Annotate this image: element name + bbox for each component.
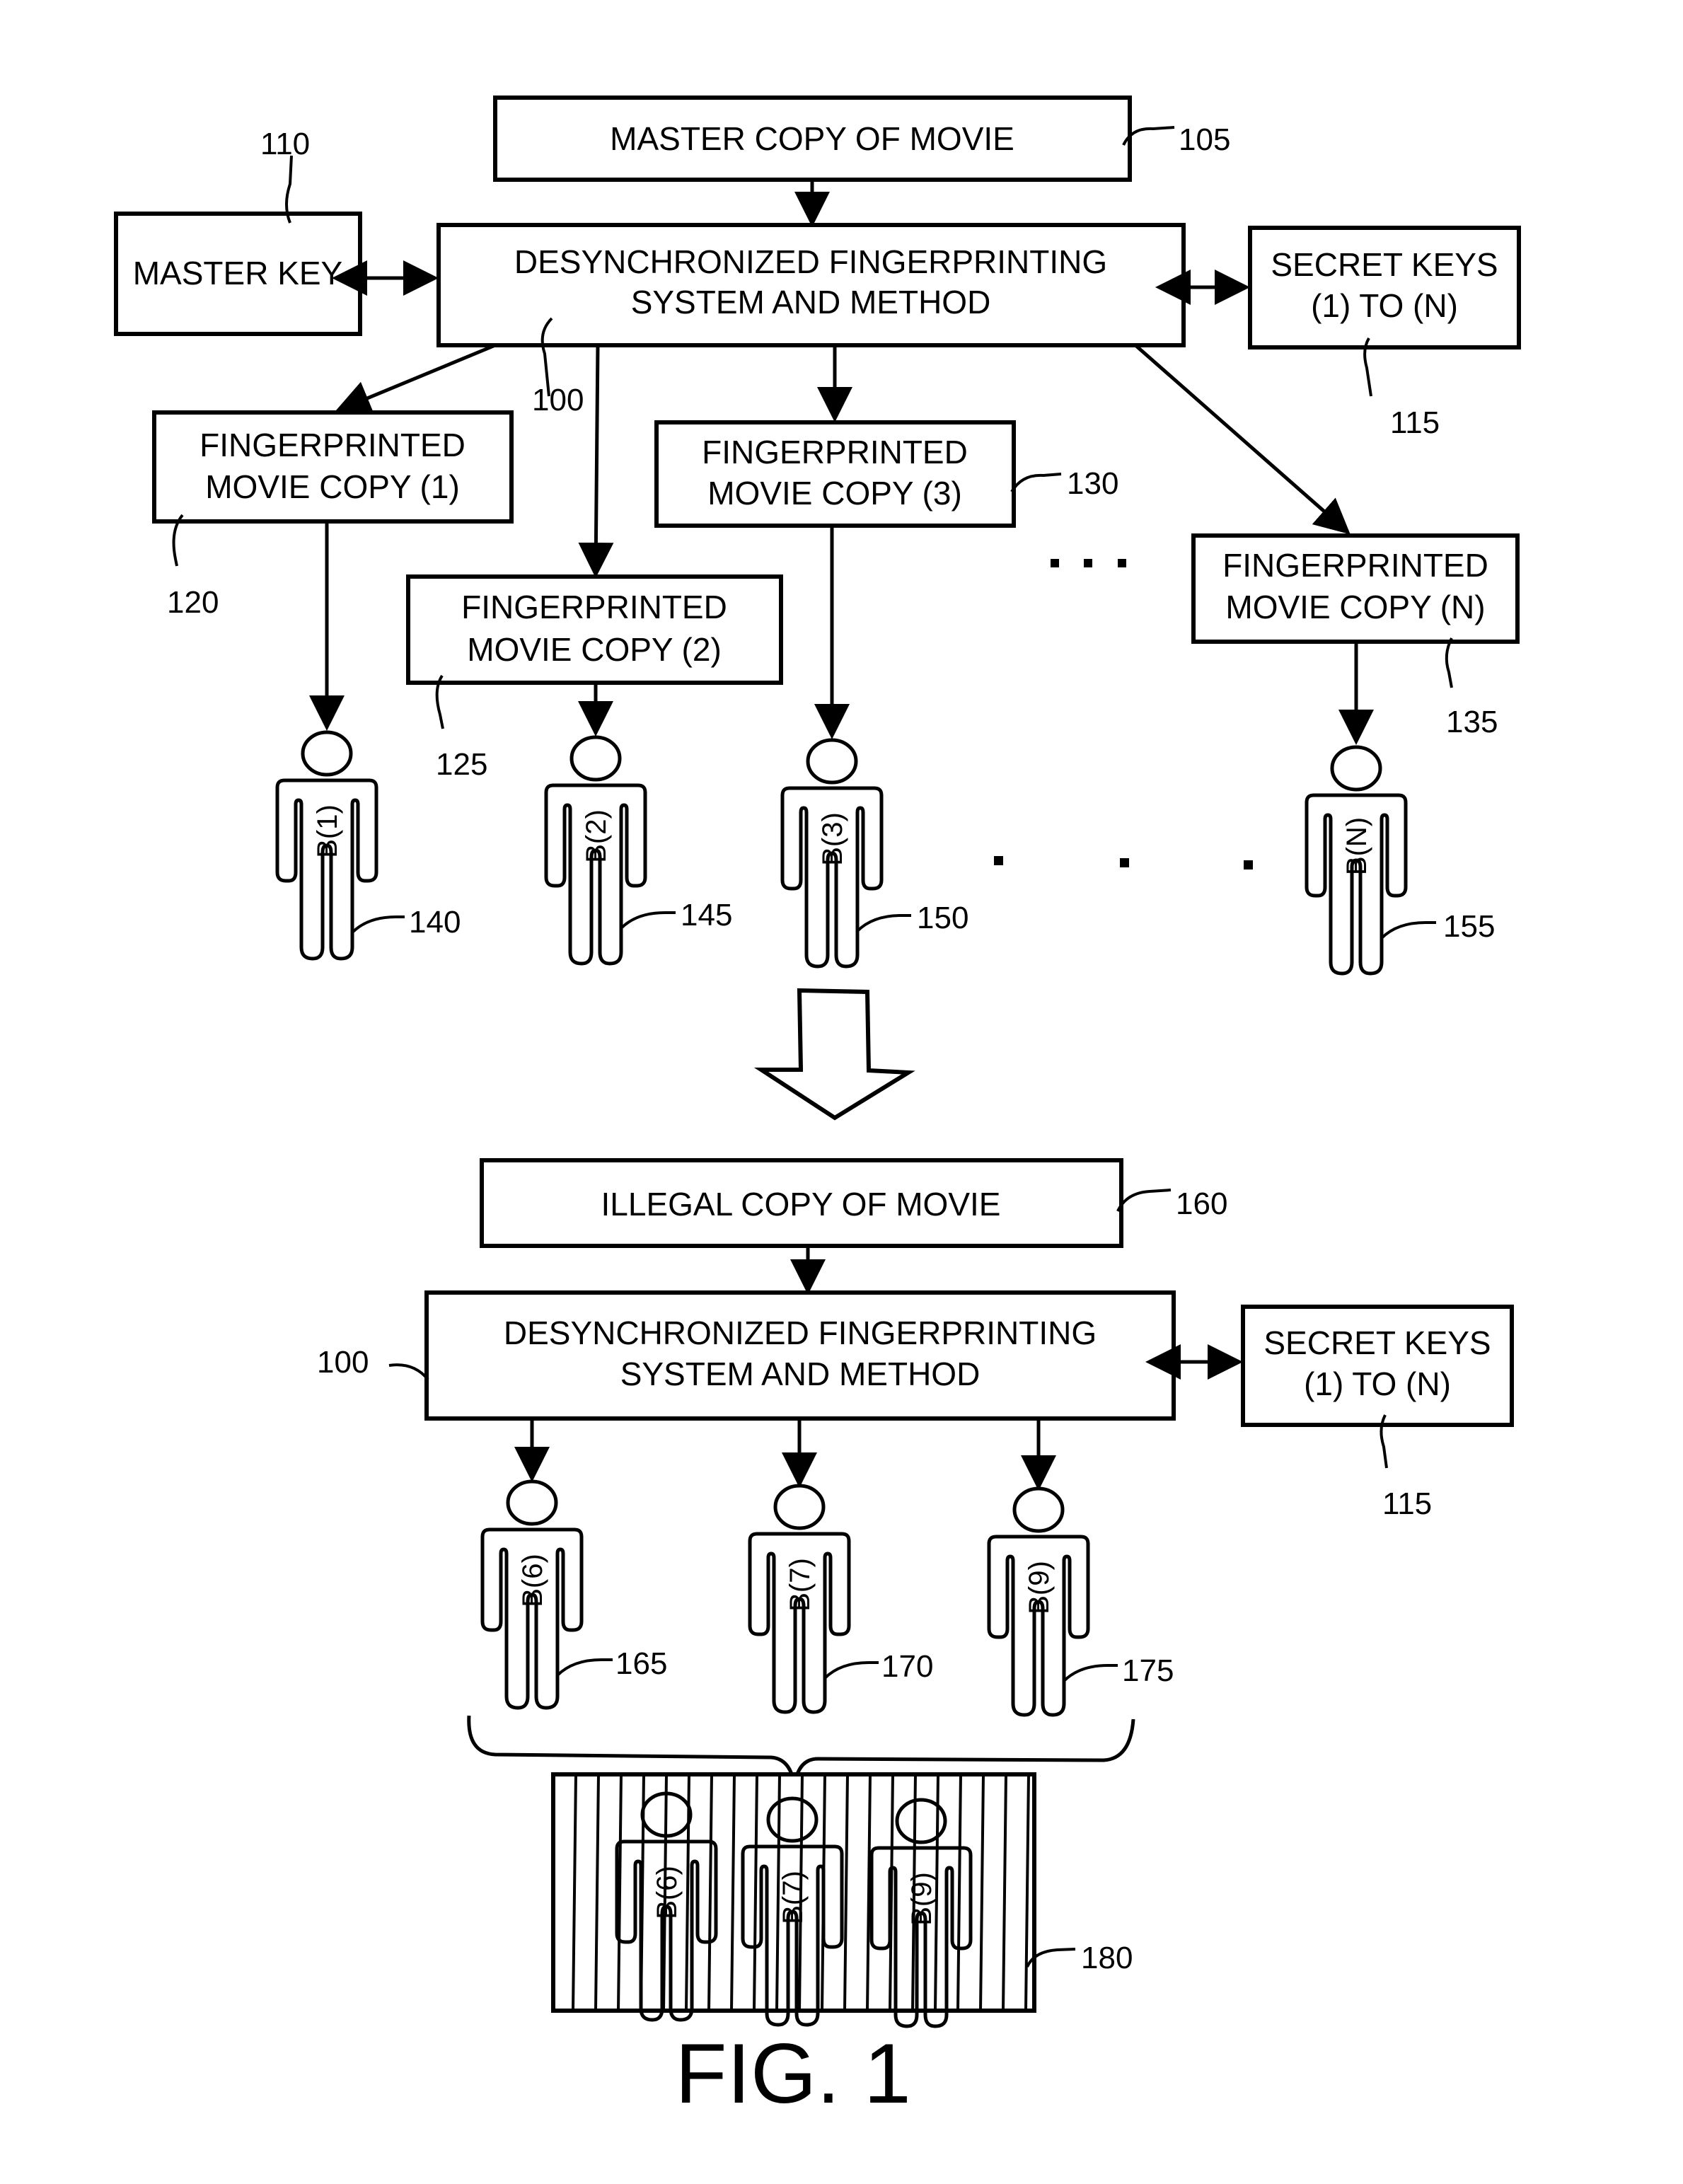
arrow-system-copyN bbox=[1134, 344, 1351, 535]
fingerprinted-copy-1: FINGERPRINTED MOVIE COPY (1) bbox=[152, 410, 514, 524]
leader-line-170 bbox=[823, 1661, 879, 1680]
system-bottom-line2: SYSTEM AND METHOD bbox=[620, 1356, 981, 1392]
ref-150: 150 bbox=[917, 901, 968, 935]
copy-3-line1: FINGERPRINTED bbox=[702, 434, 968, 470]
ref-100-bottom: 100 bbox=[317, 1345, 369, 1380]
buyer-2-label: B(2) bbox=[581, 809, 612, 863]
leader-line-135 bbox=[1445, 637, 1453, 688]
buyer-3: B(3) bbox=[782, 740, 881, 966]
leader-line-100-bottom bbox=[388, 1363, 429, 1381]
illegal-copy-label: ILLEGAL COPY OF MOVIE bbox=[601, 1186, 1001, 1223]
secret-keys-bottom-line2: (1) TO (N) bbox=[1304, 1365, 1451, 1402]
system-top-line1: DESYNCHRONIZED FINGERPRINTING bbox=[514, 243, 1107, 280]
ref-140: 140 bbox=[409, 905, 461, 940]
patent-figure: MASTER COPY OF MOVIE 105 MASTER KEY 110 … bbox=[114, 96, 1521, 2121]
copy-3-line2: MOVIE COPY (3) bbox=[707, 475, 962, 512]
secret-keys-box-bottom: SECRET KEYS (1) TO (N) bbox=[1241, 1305, 1514, 1427]
ref-130: 130 bbox=[1067, 466, 1118, 501]
colluded-b7-label: B(7) bbox=[777, 1871, 809, 1924]
buyer-2: B(2) bbox=[546, 737, 645, 964]
ref-115-bottom: 115 bbox=[1382, 1486, 1432, 1521]
secret-keys-top-line2: (1) TO (N) bbox=[1311, 287, 1458, 324]
colluded-b9-label: B(9) bbox=[906, 1872, 937, 1926]
buyer-n-label: B(N) bbox=[1341, 817, 1372, 875]
colluder-b9: B(9) bbox=[989, 1489, 1088, 1715]
secret-keys-bottom-line1: SECRET KEYS bbox=[1263, 1324, 1491, 1361]
ref-100-top: 100 bbox=[532, 383, 584, 417]
ref-145: 145 bbox=[681, 898, 732, 932]
leader-line-175 bbox=[1063, 1664, 1118, 1682]
system-bottom-line1: DESYNCHRONIZED FINGERPRINTING bbox=[504, 1315, 1097, 1351]
fingerprinted-copy-2: FINGERPRINTED MOVIE COPY (2) bbox=[406, 574, 783, 685]
illegal-copy-box: ILLEGAL COPY OF MOVIE bbox=[480, 1158, 1123, 1248]
figure-caption: FIG. 1 bbox=[675, 2026, 910, 2121]
colluded-b6-label: B(6) bbox=[652, 1866, 683, 1919]
ref-105: 105 bbox=[1179, 122, 1230, 157]
copy-1-line1: FINGERPRINTED bbox=[199, 427, 465, 463]
ref-175: 175 bbox=[1122, 1653, 1174, 1688]
colluder-b9-label: B(9) bbox=[1024, 1561, 1055, 1614]
ref-110: 110 bbox=[260, 127, 310, 161]
ref-135: 135 bbox=[1446, 705, 1498, 739]
system-box-bottom: DESYNCHRONIZED FINGERPRINTING SYSTEM AND… bbox=[424, 1290, 1176, 1421]
transition-arrow-icon bbox=[753, 988, 915, 1121]
arrow-system-copy1 bbox=[335, 343, 496, 415]
leader-line-165 bbox=[556, 1658, 613, 1677]
colluder-b6-label: B(6) bbox=[517, 1554, 548, 1607]
collusion-image: B(6) B(7) B(9) bbox=[551, 1772, 1036, 2026]
ref-160: 160 bbox=[1176, 1186, 1227, 1221]
master-key-box: MASTER KEY bbox=[114, 212, 362, 336]
copy-1-line2: MOVIE COPY (1) bbox=[205, 468, 460, 505]
ref-170: 170 bbox=[881, 1649, 933, 1684]
copy-n-line2: MOVIE COPY (N) bbox=[1225, 589, 1485, 625]
ellipsis-copies bbox=[1051, 559, 1126, 567]
fingerprinted-copy-n: FINGERPRINTED MOVIE COPY (N) bbox=[1191, 533, 1520, 644]
arrow-system-copy2 bbox=[578, 345, 614, 578]
master-copy-label: MASTER COPY OF MOVIE bbox=[610, 120, 1014, 157]
copy-n-line1: FINGERPRINTED bbox=[1222, 547, 1488, 584]
master-key-label: MASTER KEY bbox=[133, 255, 343, 291]
fingerprinted-copy-3: FINGERPRINTED MOVIE COPY (3) bbox=[654, 420, 1016, 528]
colluder-b6: B(6) bbox=[482, 1481, 582, 1708]
ref-120: 120 bbox=[167, 585, 219, 620]
ref-115-top: 115 bbox=[1390, 405, 1440, 440]
secret-keys-box-top: SECRET KEYS (1) TO (N) bbox=[1248, 226, 1521, 349]
copy-2-line1: FINGERPRINTED bbox=[461, 589, 727, 625]
leader-line-140 bbox=[351, 915, 405, 934]
copy-2-line2: MOVIE COPY (2) bbox=[467, 631, 722, 668]
buyer-3-label: B(3) bbox=[817, 812, 848, 866]
ref-180: 180 bbox=[1081, 1941, 1133, 1975]
leader-line-150 bbox=[856, 914, 911, 932]
ref-165: 165 bbox=[615, 1646, 667, 1681]
leader-line-130 bbox=[1010, 473, 1062, 493]
colluder-b7-label: B(7) bbox=[785, 1558, 816, 1612]
secret-keys-top-line1: SECRET KEYS bbox=[1271, 246, 1498, 283]
ellipsis-buyers bbox=[994, 856, 1253, 869]
system-box-top: DESYNCHRONIZED FINGERPRINTING SYSTEM AND… bbox=[436, 223, 1186, 347]
master-copy-box: MASTER COPY OF MOVIE bbox=[493, 96, 1132, 182]
leader-line-160 bbox=[1116, 1189, 1172, 1212]
leader-line-145 bbox=[620, 911, 676, 930]
colluder-b7: B(7) bbox=[750, 1486, 849, 1712]
leader-line-155 bbox=[1380, 921, 1436, 940]
buyer-n: B(N) bbox=[1307, 747, 1406, 973]
ref-155: 155 bbox=[1443, 909, 1495, 944]
buyer-1-label: B(1) bbox=[312, 804, 343, 858]
system-top-line2: SYSTEM AND METHOD bbox=[631, 284, 991, 320]
ref-125: 125 bbox=[436, 747, 487, 782]
